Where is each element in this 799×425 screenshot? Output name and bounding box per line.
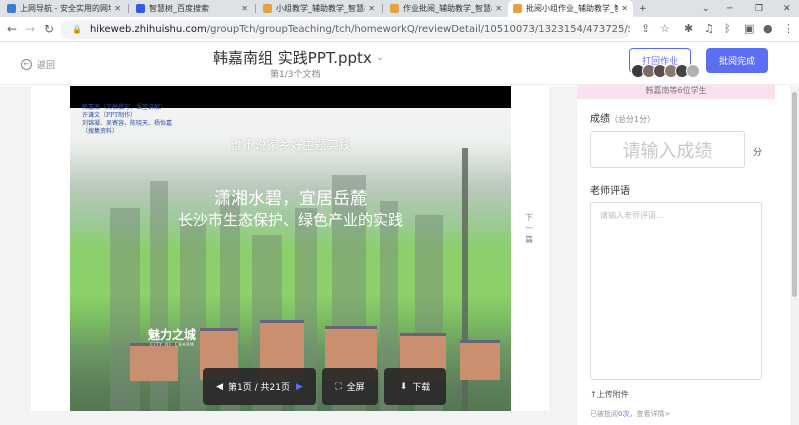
tab-group-teaching[interactable]: 小组教学_辅助教学_智慧树 ✕ <box>258 0 380 17</box>
document-counter: 第1/3个文档 <box>270 70 321 80</box>
score-label: 成绩（总分1分） <box>590 114 656 125</box>
minimize-icon[interactable]: ─ <box>727 0 732 17</box>
avatar <box>686 64 700 78</box>
slide-logo-sub: CITY OF CHARM <box>150 342 195 347</box>
upload-arrow-icon: ↑ <box>590 390 597 399</box>
close-tab-icon[interactable]: ✕ <box>495 4 502 13</box>
back-circle-icon: ← <box>21 59 32 70</box>
group-members-banner: 韩嘉南等6位学生 <box>577 85 775 99</box>
upload-attachment-button[interactable]: ↑上传附件 <box>590 389 629 400</box>
tab-navigation[interactable]: 上网导航 - 安全实用的网址导航 ✕ <box>2 0 126 17</box>
menu-icon[interactable]: ⋮ <box>783 23 794 35</box>
favicon-icon <box>7 4 16 13</box>
slide-controls: ◀ 第1页 / 共21页 ▶ ⛶ 全屏 ⬇ 下载 <box>203 368 446 405</box>
prev-page-icon[interactable]: ◀ <box>216 382 223 392</box>
sidebar-icon[interactable]: ▣ <box>744 23 754 35</box>
favicon-icon <box>136 4 145 13</box>
extensions-icon[interactable]: ✱ <box>684 23 693 35</box>
fullscreen-icon: ⛶ <box>335 381 342 392</box>
url-path: /groupTch/groupTeaching/tch/homeworkQ/re… <box>206 24 630 35</box>
slide-headline-secondary: 长沙市生态保护、绿色产业的实践 <box>177 211 403 229</box>
reload-icon[interactable]: ↻ <box>44 23 54 35</box>
slide-logo: 魅力之城 <box>148 328 197 342</box>
slide-subtitle: 谁不说家乡好主题实践 <box>230 138 351 152</box>
comment-label: 老师评语 <box>590 186 630 197</box>
bookmark-star-icon[interactable]: ☆ <box>660 23 670 35</box>
download-icon: ⬇ <box>399 381 408 392</box>
page-pager[interactable]: ◀ 第1页 / 共21页 ▶ <box>203 368 316 405</box>
next-document-button[interactable]: 下一篇 <box>523 212 535 245</box>
share-icon[interactable]: ⇪ <box>641 23 650 35</box>
url-input[interactable]: 🔒 hikeweb.zhihuishu.com /groupTch/groupT… <box>60 20 630 39</box>
finish-review-button[interactable]: 批阅完成 <box>706 48 768 73</box>
close-tab-icon[interactable]: ✕ <box>241 4 248 13</box>
chevron-down-icon[interactable]: ⌄ <box>376 52 384 63</box>
forward-arrow-icon[interactable]: → <box>25 23 35 35</box>
score-unit: 分 <box>753 148 763 158</box>
close-tab-icon[interactable]: ✕ <box>621 4 628 13</box>
media-icon[interactable]: ♫ <box>704 23 714 35</box>
slide-image <box>70 108 511 411</box>
tab-group-homework-review[interactable]: 批阅小组作业_辅助教学_智慧树 ✕ <box>508 0 633 17</box>
document-title[interactable]: 韩嘉南组 实践PPT.pptx ⌄ <box>213 47 384 68</box>
favicon-icon <box>263 4 272 13</box>
browser-tab-bar: 上网导航 - 安全实用的网址导航 ✕ 智慧树_百度搜索 ✕ 小组教学_辅助教学_… <box>0 0 799 17</box>
close-window-icon[interactable]: ✕ <box>783 0 791 17</box>
address-bar-row: ← → ↻ 🔒 hikeweb.zhihuishu.com /groupTch/… <box>0 17 799 42</box>
new-tab-icon[interactable]: + <box>639 0 647 17</box>
next-page-icon[interactable]: ▶ <box>296 382 303 392</box>
group-member-avatars[interactable] <box>631 64 700 78</box>
favicon-icon <box>513 4 522 13</box>
url-host: hikeweb.zhihuishu.com <box>89 24 207 35</box>
score-input[interactable]: 请输入成绩 <box>590 131 745 168</box>
download-button[interactable]: ⬇ 下载 <box>384 368 446 405</box>
tab-search-icon[interactable]: ⌄ <box>702 0 710 17</box>
fullscreen-button[interactable]: ⛶ 全屏 <box>322 368 378 405</box>
ppt-slide: 韩嘉南（文稿撰写、课堂讲解） 许谦文（PPT制作） 刘锦凝、吴寄容、陈晓天、杨怡… <box>70 86 511 411</box>
back-arrow-icon[interactable]: ← <box>7 23 17 35</box>
scrollbar-thumb[interactable] <box>792 92 797 297</box>
comment-textarea[interactable]: 请输入老师评语... <box>590 202 762 380</box>
slide-credits: 韩嘉南（文稿撰写、课堂讲解） 许谦文（PPT制作） 刘锦凝、吴寄容、陈晓天、杨怡… <box>82 104 173 135</box>
bluetooth-icon[interactable]: ᛒ <box>724 23 731 35</box>
profile-icon[interactable]: ● <box>763 23 773 35</box>
maximize-icon[interactable]: ❐ <box>755 0 763 17</box>
tab-homework-review[interactable]: 作业批阅_辅助教学_智慧树 ✕ <box>385 0 507 17</box>
lock-icon: 🔒 <box>72 25 82 34</box>
close-tab-icon[interactable]: ✕ <box>368 4 375 13</box>
favicon-icon <box>390 4 399 13</box>
back-button[interactable]: ← 返回 <box>21 58 55 71</box>
close-tab-icon[interactable]: ✕ <box>114 4 121 13</box>
slide-headline: 潇湘水碧，宜居岳麓 <box>214 189 367 209</box>
tab-baidu-search[interactable]: 智慧树_百度搜索 ✕ <box>131 0 253 17</box>
review-history-link[interactable]: 已被批阅0次，查看详情> <box>590 409 670 419</box>
